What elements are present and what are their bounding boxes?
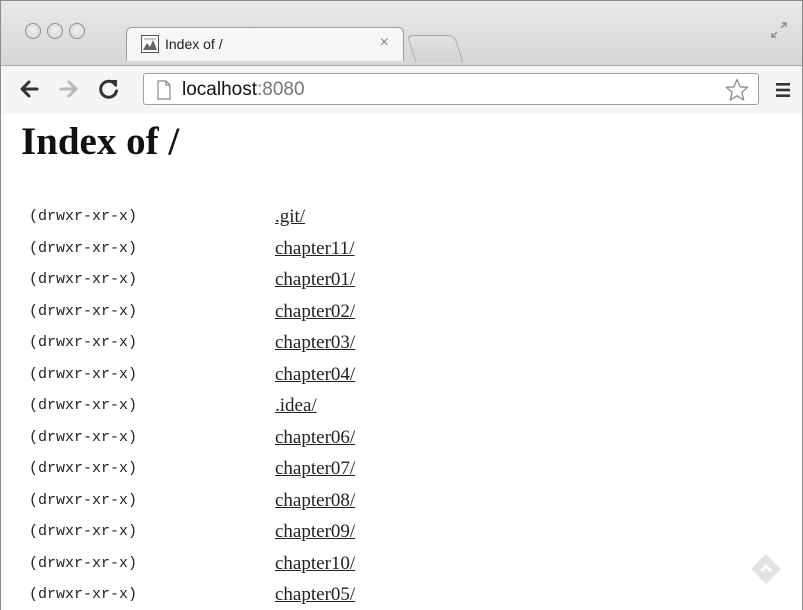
permission-text: (drwxr-xr-x)	[29, 208, 138, 225]
list-item: (drwxr-xr-x) chapter04/	[29, 364, 529, 396]
permission-text: (drwxr-xr-x)	[29, 460, 138, 477]
directory-link[interactable]: chapter03/	[275, 332, 355, 354]
url-port: :8080	[257, 79, 305, 100]
directory-link[interactable]: .idea/	[275, 395, 317, 417]
close-window-button[interactable]	[25, 23, 41, 39]
fullscreen-icon[interactable]	[770, 21, 788, 39]
tab-strip: Index of / ×	[1, 1, 802, 66]
directory-link[interactable]: .git/	[275, 206, 305, 228]
bookmark-star-icon[interactable]	[724, 77, 750, 103]
permission-text: (drwxr-xr-x)	[29, 428, 138, 446]
permission-text: (drwxr-xr-x)	[29, 523, 138, 540]
tab-index[interactable]: Index of / ×	[126, 27, 404, 61]
zoom-window-button[interactable]	[69, 23, 85, 39]
directory-link[interactable]: chapter07/	[275, 458, 355, 480]
permission-text: (drwxr-xr-x)	[29, 491, 138, 509]
directory-link[interactable]: chapter04/	[275, 364, 355, 386]
tab-close-icon[interactable]: ×	[380, 34, 389, 52]
address-bar[interactable]: localhost:8080	[143, 73, 759, 105]
permission-text: (drwxr-xr-x)	[29, 397, 138, 414]
list-item: (drwxr-xr-x) chapter07/	[29, 458, 529, 490]
list-item: (drwxr-xr-x) chapter03/	[29, 332, 529, 364]
permission-text: (drwxr-xr-x)	[29, 365, 138, 383]
list-item: (drwxr-xr-x) chapter11/	[29, 238, 529, 270]
back-arrow-icon[interactable]	[14, 74, 44, 104]
permission-text: (drwxr-xr-x)	[29, 554, 138, 572]
directory-link[interactable]: chapter11/	[275, 238, 354, 260]
browser-window: Index of / × localhost:8080 Index of / (…	[0, 0, 803, 610]
directory-link[interactable]: chapter10/	[275, 553, 355, 575]
url-host: localhost	[182, 79, 257, 100]
list-item: (drwxr-xr-x) chapter09/	[29, 521, 529, 553]
page-icon	[156, 80, 172, 100]
directory-link[interactable]: chapter01/	[275, 269, 355, 291]
directory-listing: (drwxr-xr-x) .git/(drwxr-xr-x) chapter11/(…	[29, 206, 529, 610]
directory-link[interactable]: chapter02/	[275, 301, 355, 323]
permission-text: (drwxr-xr-x)	[29, 586, 138, 603]
watermark-icon	[749, 552, 783, 586]
new-tab-button[interactable]	[406, 35, 464, 62]
reload-icon[interactable]	[94, 74, 124, 104]
list-item: (drwxr-xr-x) chapter02/	[29, 301, 529, 333]
list-item: (drwxr-xr-x) chapter05/	[29, 584, 529, 610]
list-item: (drwxr-xr-x) .git/	[29, 206, 529, 238]
page-content: Index of / (drwxr-xr-x) .git/(drwxr-xr-x)…	[1, 114, 802, 610]
directory-link[interactable]: chapter09/	[275, 521, 355, 543]
favicon-icon	[141, 35, 159, 53]
directory-link[interactable]: chapter08/	[275, 490, 355, 512]
minimize-window-button[interactable]	[47, 23, 63, 39]
directory-link[interactable]: chapter05/	[275, 584, 355, 606]
list-item: (drwxr-xr-x) chapter08/	[29, 490, 529, 522]
permission-text: (drwxr-xr-x)	[29, 302, 138, 320]
permission-text: (drwxr-xr-x)	[29, 334, 138, 351]
browser-toolbar: localhost:8080	[1, 65, 802, 115]
hamburger-menu-icon[interactable]	[774, 81, 792, 99]
page-heading: Index of /	[21, 120, 180, 163]
permission-text: (drwxr-xr-x)	[29, 239, 138, 257]
tab-title: Index of /	[165, 36, 223, 52]
forward-arrow-icon[interactable]	[54, 74, 84, 104]
list-item: (drwxr-xr-x) .idea/	[29, 395, 529, 427]
list-item: (drwxr-xr-x) chapter06/	[29, 427, 529, 459]
directory-link[interactable]: chapter06/	[275, 427, 355, 449]
list-item: (drwxr-xr-x) chapter01/	[29, 269, 529, 301]
url-text[interactable]: localhost:8080	[182, 79, 305, 101]
permission-text: (drwxr-xr-x)	[29, 271, 138, 288]
list-item: (drwxr-xr-x) chapter10/	[29, 553, 529, 585]
